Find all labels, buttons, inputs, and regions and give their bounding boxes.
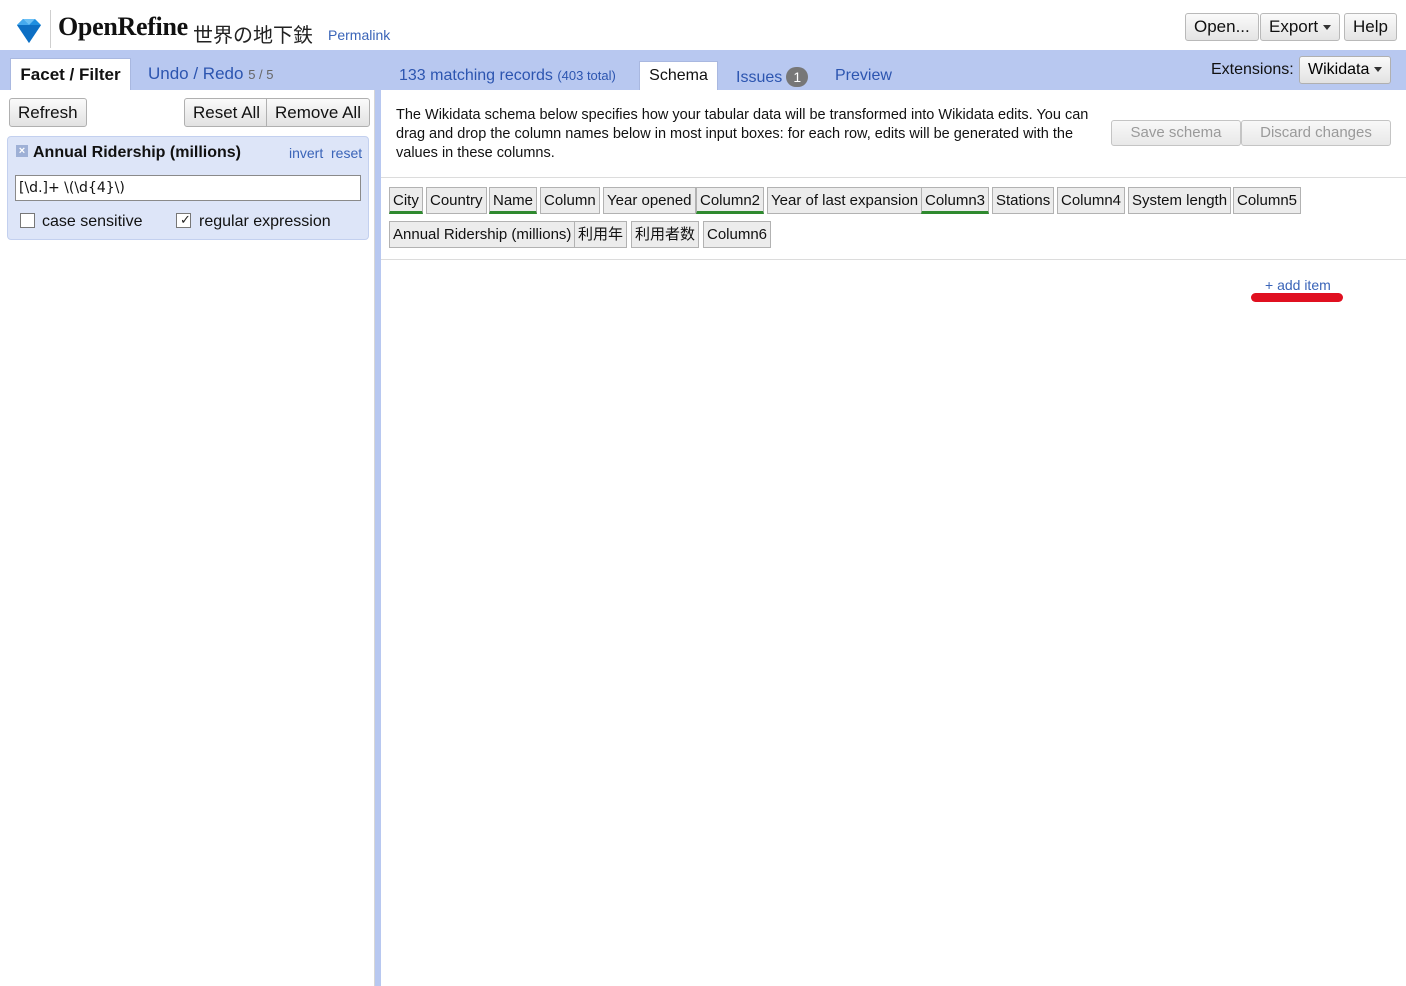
matching-records-count: 133 matching records (403 total) (399, 67, 616, 85)
column-chip[interactable]: System length (1128, 187, 1232, 214)
column-chip[interactable]: Name (489, 187, 538, 214)
matching-records-label: 133 matching records (399, 67, 553, 84)
save-schema-button[interactable]: Save schema (1111, 120, 1241, 146)
tab-undo-redo-label: Undo / Redo (148, 64, 244, 83)
schema-description: The Wikidata schema below specifies how … (396, 107, 1089, 161)
tab-undo-redo[interactable]: Undo / Redo 5 / 5 (148, 58, 273, 90)
column-chip[interactable]: Stations (992, 187, 1055, 214)
column-chip[interactable]: Year opened (603, 187, 696, 214)
wikidata-menu-label: Wikidata (1308, 61, 1370, 78)
column-chip[interactable]: 利用者数 (631, 221, 700, 248)
column-chip[interactable]: Column (540, 187, 600, 214)
close-icon[interactable]: × (16, 145, 28, 157)
column-chip[interactable]: Column4 (1057, 187, 1126, 214)
facet-invert-link[interactable]: invert (289, 145, 323, 161)
divider (381, 177, 1406, 178)
tab-preview[interactable]: Preview (835, 67, 892, 85)
column-chip[interactable]: Year of last expansion (767, 187, 923, 214)
divider (381, 259, 1406, 260)
column-chip[interactable]: Column3 (921, 187, 990, 214)
regular-expression-label: regular expression (199, 213, 331, 230)
right-tab-bar: 133 matching records (403 total) Schema … (381, 50, 1406, 90)
help-button[interactable]: Help (1344, 13, 1397, 41)
column-chip[interactable]: Column6 (703, 221, 772, 248)
header-divider (50, 10, 51, 48)
left-panel: Facet / Filter Undo / Redo 5 / 5 Refresh… (0, 50, 375, 986)
refresh-button[interactable]: Refresh (9, 98, 87, 127)
undo-count: 5 / 5 (248, 67, 274, 82)
reset-all-button[interactable]: Reset All (184, 98, 270, 127)
open-button-label: Open... (1194, 17, 1250, 36)
facet-reset-link[interactable]: reset (331, 145, 362, 161)
permalink-link[interactable]: Permalink (328, 27, 390, 43)
facet-text-input[interactable] (15, 175, 361, 201)
column-chip[interactable]: 利用年 (574, 221, 628, 248)
total-records-label: (403 total) (557, 68, 616, 83)
add-item-link[interactable]: + add item (1265, 277, 1331, 293)
case-sensitive-checkbox[interactable] (20, 213, 35, 228)
tab-issues-label: Issues (736, 69, 783, 86)
left-tab-bar: Facet / Filter Undo / Redo 5 / 5 (0, 50, 375, 90)
chevron-down-icon (1323, 25, 1332, 31)
help-button-label: Help (1353, 17, 1388, 36)
column-chip[interactable]: City (389, 187, 423, 214)
app-name[interactable]: OpenRefine (58, 12, 188, 42)
tab-schema[interactable]: Schema (639, 61, 718, 90)
column-chip[interactable]: Annual Ridership (millions) (389, 221, 576, 248)
discard-changes-button[interactable]: Discard changes (1241, 120, 1391, 146)
column-chip[interactable]: Country (426, 187, 487, 214)
export-button[interactable]: Export (1260, 13, 1341, 41)
check-icon: ✓ (180, 212, 191, 227)
facet-title: Annual Ridership (millions) (33, 144, 242, 161)
tab-facet-filter[interactable]: Facet / Filter (10, 58, 131, 90)
diamond-logo-icon[interactable] (13, 17, 45, 45)
open-button[interactable]: Open... (1185, 13, 1259, 41)
wikidata-menu-button[interactable]: Wikidata (1299, 56, 1392, 84)
tab-issues[interactable]: Issues 1 (736, 67, 809, 87)
export-button-label: Export (1269, 17, 1319, 36)
chevron-down-icon (1374, 67, 1383, 73)
column-chip[interactable]: Column2 (696, 187, 765, 214)
issues-count-badge: 1 (786, 67, 809, 87)
app-header: OpenRefine 世界の地下鉄 Permalink Open... Expo… (0, 0, 1406, 50)
case-sensitive-label: case sensitive (42, 213, 143, 230)
red-underline-annotation (1251, 293, 1343, 302)
text-filter-facet: × Annual Ridership (millions) invert res… (7, 136, 369, 240)
remove-all-button[interactable]: Remove All (266, 98, 370, 127)
schema-editor: The Wikidata schema below specifies how … (381, 90, 1406, 986)
project-name[interactable]: 世界の地下鉄 (193, 19, 313, 48)
column-chip[interactable]: Column5 (1233, 187, 1302, 214)
extensions-label: Extensions: (1211, 61, 1294, 78)
regular-expression-checkbox[interactable]: ✓ (176, 212, 191, 228)
